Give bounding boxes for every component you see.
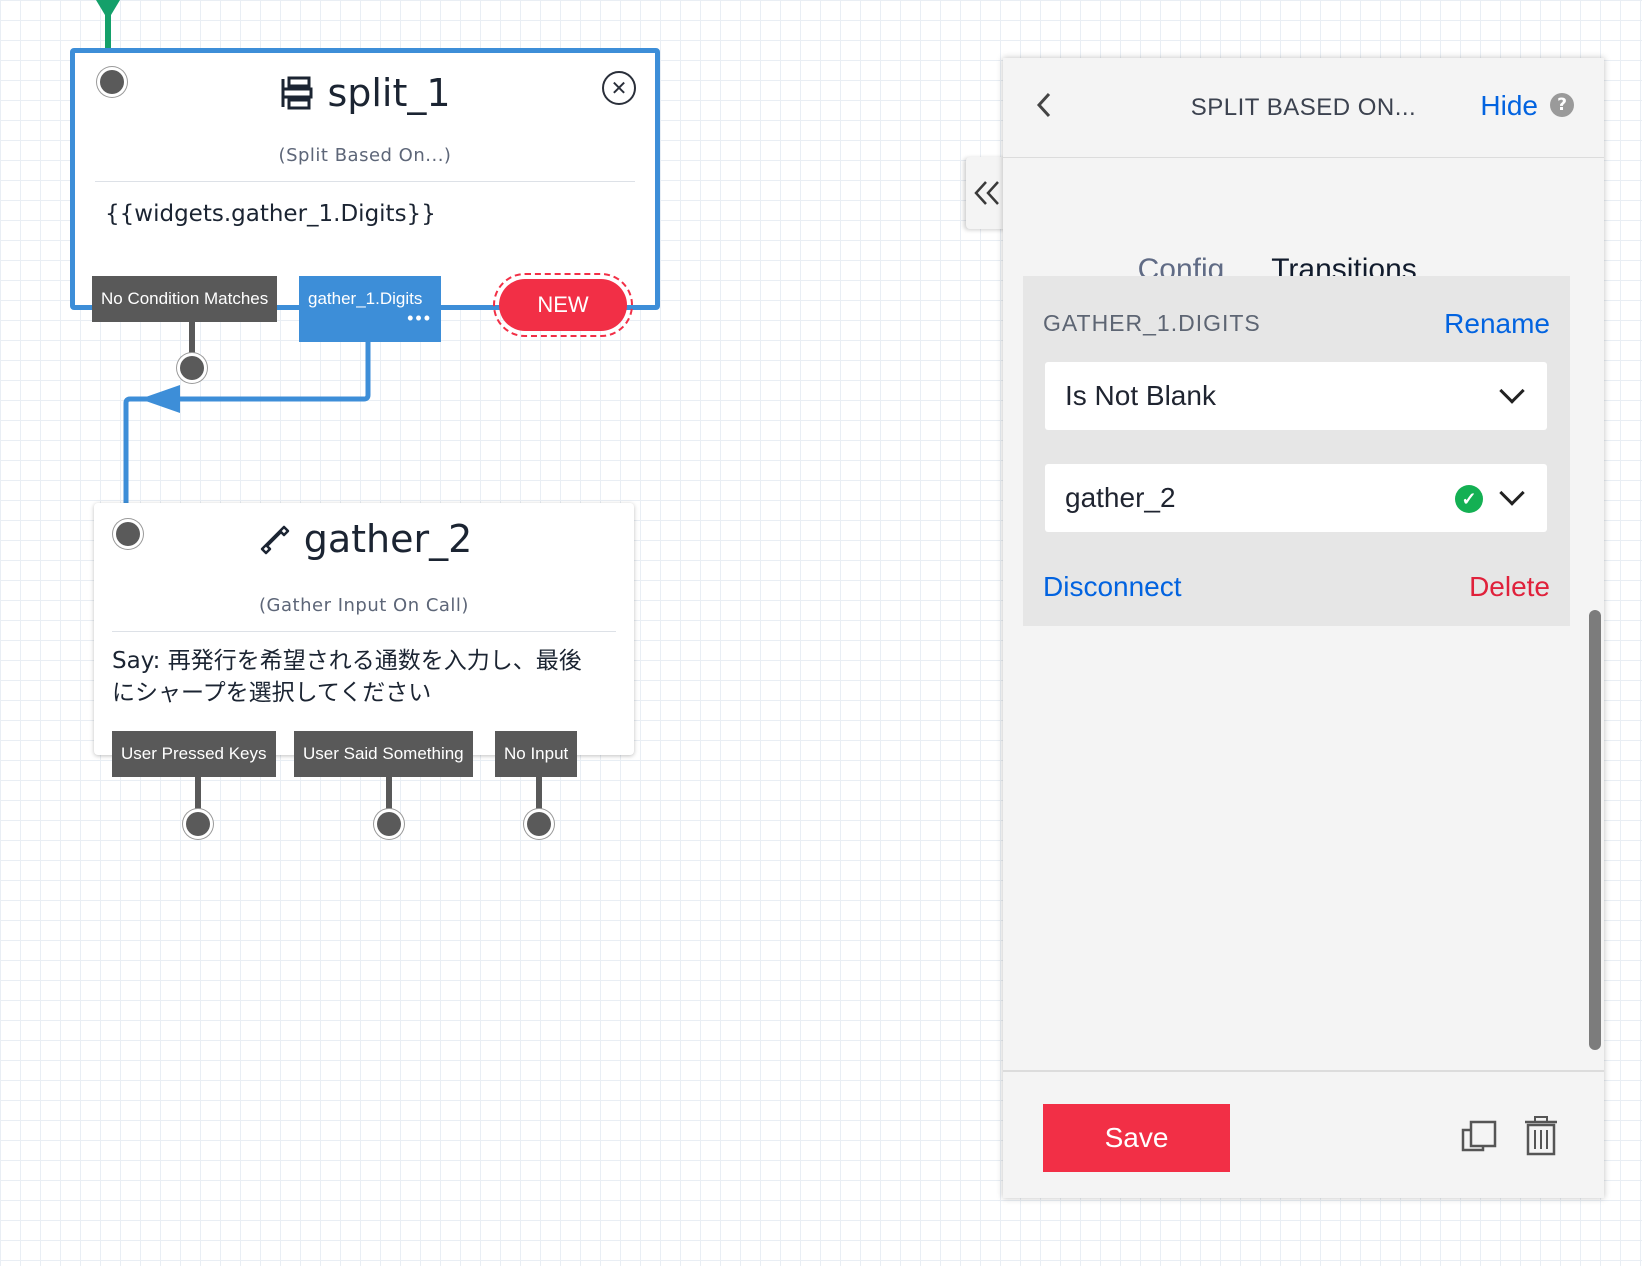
target-value: gather_2 bbox=[1065, 482, 1176, 513]
more-icon[interactable]: ••• bbox=[308, 309, 432, 327]
transition-user-said-something[interactable]: User Said Something bbox=[294, 731, 473, 777]
condition-value: Is Not Blank bbox=[1065, 380, 1216, 411]
transition-no-condition[interactable]: No Condition Matches bbox=[92, 276, 278, 322]
output-port[interactable] bbox=[377, 812, 401, 836]
transition-label: gather_1.Digits bbox=[308, 289, 423, 308]
inspector-panel: SPLIT BASED ON... Hide ? Config Transiti… bbox=[1003, 58, 1604, 1198]
transition-no-input[interactable]: No Input bbox=[495, 731, 578, 777]
transition-card: GATHER_1.DIGITS Rename Is Not Blank gath… bbox=[1023, 276, 1570, 626]
split-variable: {{widgets.gather_1.Digits}} bbox=[105, 201, 436, 227]
transition-name: GATHER_1.DIGITS bbox=[1043, 310, 1261, 336]
split-subtitle: (Split Based On...) bbox=[278, 145, 452, 166]
delete-link[interactable]: Delete bbox=[1469, 571, 1550, 603]
split-title: split_1 bbox=[75, 71, 655, 115]
split-icon bbox=[281, 76, 313, 110]
double-chevron-left-icon bbox=[974, 181, 999, 205]
gather-subtitle: (Gather Input On Call) bbox=[259, 595, 469, 616]
panel-footer: Save bbox=[1003, 1070, 1604, 1198]
split-widget[interactable]: split_1 ✕ (Split Based On...) {{widgets.… bbox=[70, 48, 660, 310]
gather-widget[interactable]: gather_2 (Gather Input On Call) Say: 再発行… bbox=[94, 503, 634, 755]
chevron-down-icon bbox=[1499, 480, 1525, 506]
transition-gather-digits[interactable]: gather_1.Digits ••• bbox=[299, 276, 441, 342]
flow-canvas[interactable]: split_1 ✕ (Split Based On...) {{widgets.… bbox=[0, 0, 960, 1266]
close-icon[interactable]: ✕ bbox=[602, 71, 636, 105]
help-icon[interactable]: ? bbox=[1550, 93, 1574, 117]
connector-stem bbox=[536, 777, 542, 813]
gather-title: gather_2 bbox=[94, 517, 634, 561]
gather-say-text: Say: 再発行を希望される通数を入力し、最後にシャープを選択してください bbox=[112, 648, 582, 706]
split-title-text: split_1 bbox=[327, 71, 451, 115]
new-transition-button[interactable]: NEW bbox=[493, 273, 633, 337]
incoming-arrow-icon bbox=[96, 0, 120, 20]
connector-stem bbox=[195, 777, 201, 813]
gather-title-text: gather_2 bbox=[303, 517, 473, 561]
output-port[interactable] bbox=[527, 812, 551, 836]
phone-icon bbox=[260, 525, 289, 555]
save-button[interactable]: Save bbox=[1043, 1104, 1230, 1172]
divider bbox=[95, 181, 635, 182]
transition-user-pressed-keys[interactable]: User Pressed Keys bbox=[112, 731, 276, 777]
target-widget-select[interactable]: gather_2 ✓ bbox=[1045, 464, 1547, 532]
output-port[interactable] bbox=[186, 812, 210, 836]
collapse-panel-button[interactable] bbox=[966, 157, 1008, 229]
connector-stem bbox=[386, 777, 392, 813]
transition-connector bbox=[123, 335, 371, 503]
rename-link[interactable]: Rename bbox=[1444, 308, 1550, 340]
divider bbox=[112, 631, 616, 632]
trash-icon[interactable] bbox=[1523, 1116, 1559, 1160]
duplicate-icon[interactable] bbox=[1459, 1116, 1499, 1158]
panel-header: SPLIT BASED ON... Hide ? bbox=[1003, 58, 1604, 158]
disconnect-link[interactable]: Disconnect bbox=[1043, 571, 1182, 603]
chevron-down-icon bbox=[1499, 378, 1525, 404]
hide-link[interactable]: Hide bbox=[1480, 90, 1538, 122]
scrollbar[interactable] bbox=[1589, 610, 1601, 1050]
check-circle-icon: ✓ bbox=[1455, 485, 1483, 513]
condition-select[interactable]: Is Not Blank bbox=[1045, 362, 1547, 430]
